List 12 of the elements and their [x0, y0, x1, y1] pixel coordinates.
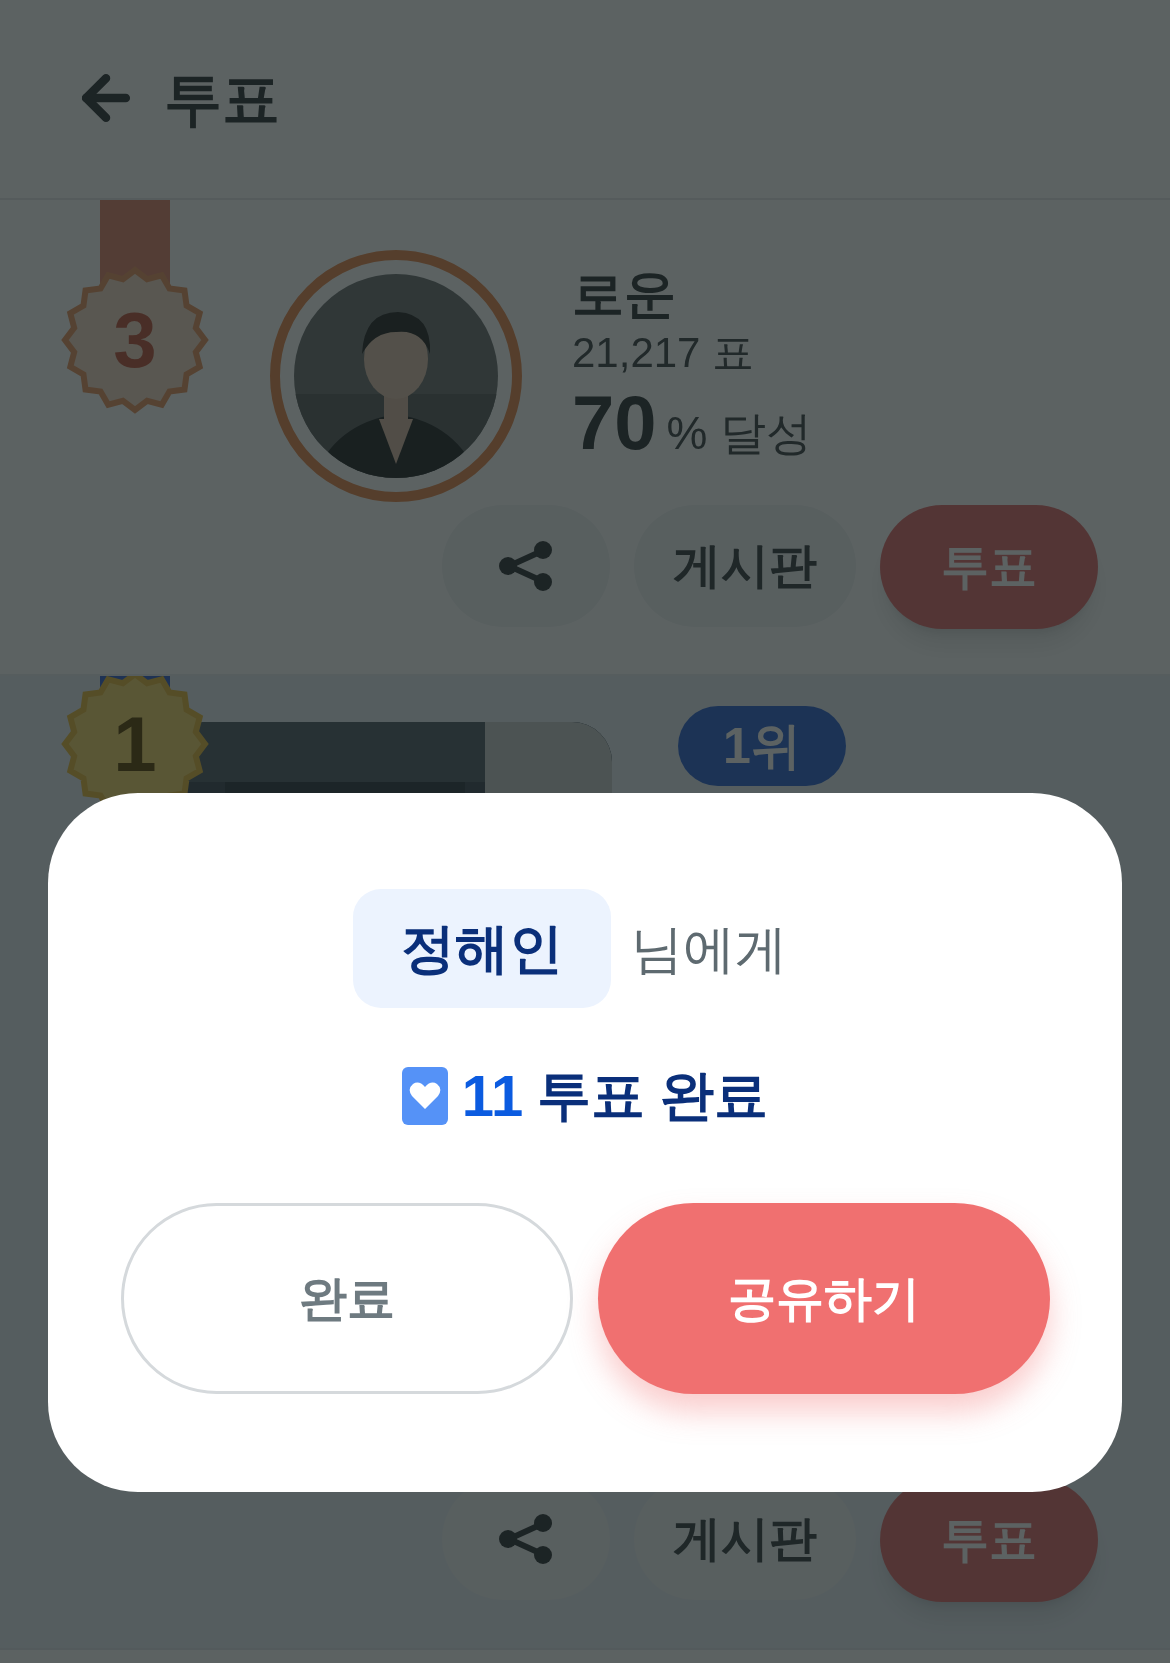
candidate-name: 로운	[572, 264, 677, 325]
vote-count: 21,217 표	[572, 328, 756, 378]
page-title: 투표	[164, 64, 280, 133]
done-button[interactable]: 완료	[120, 1203, 573, 1394]
percent-value: 70	[572, 380, 657, 466]
vote-count-number: 11	[461, 1062, 524, 1130]
recipient-name: 정해인	[353, 889, 611, 1008]
percent-label: % 달성	[666, 406, 813, 461]
heart-ticket-icon	[401, 1066, 448, 1125]
recipient-suffix: 님에게	[631, 918, 788, 980]
vote-complete-text: 투표 완료	[537, 1064, 769, 1127]
share-button[interactable]: 공유하기	[597, 1203, 1050, 1394]
